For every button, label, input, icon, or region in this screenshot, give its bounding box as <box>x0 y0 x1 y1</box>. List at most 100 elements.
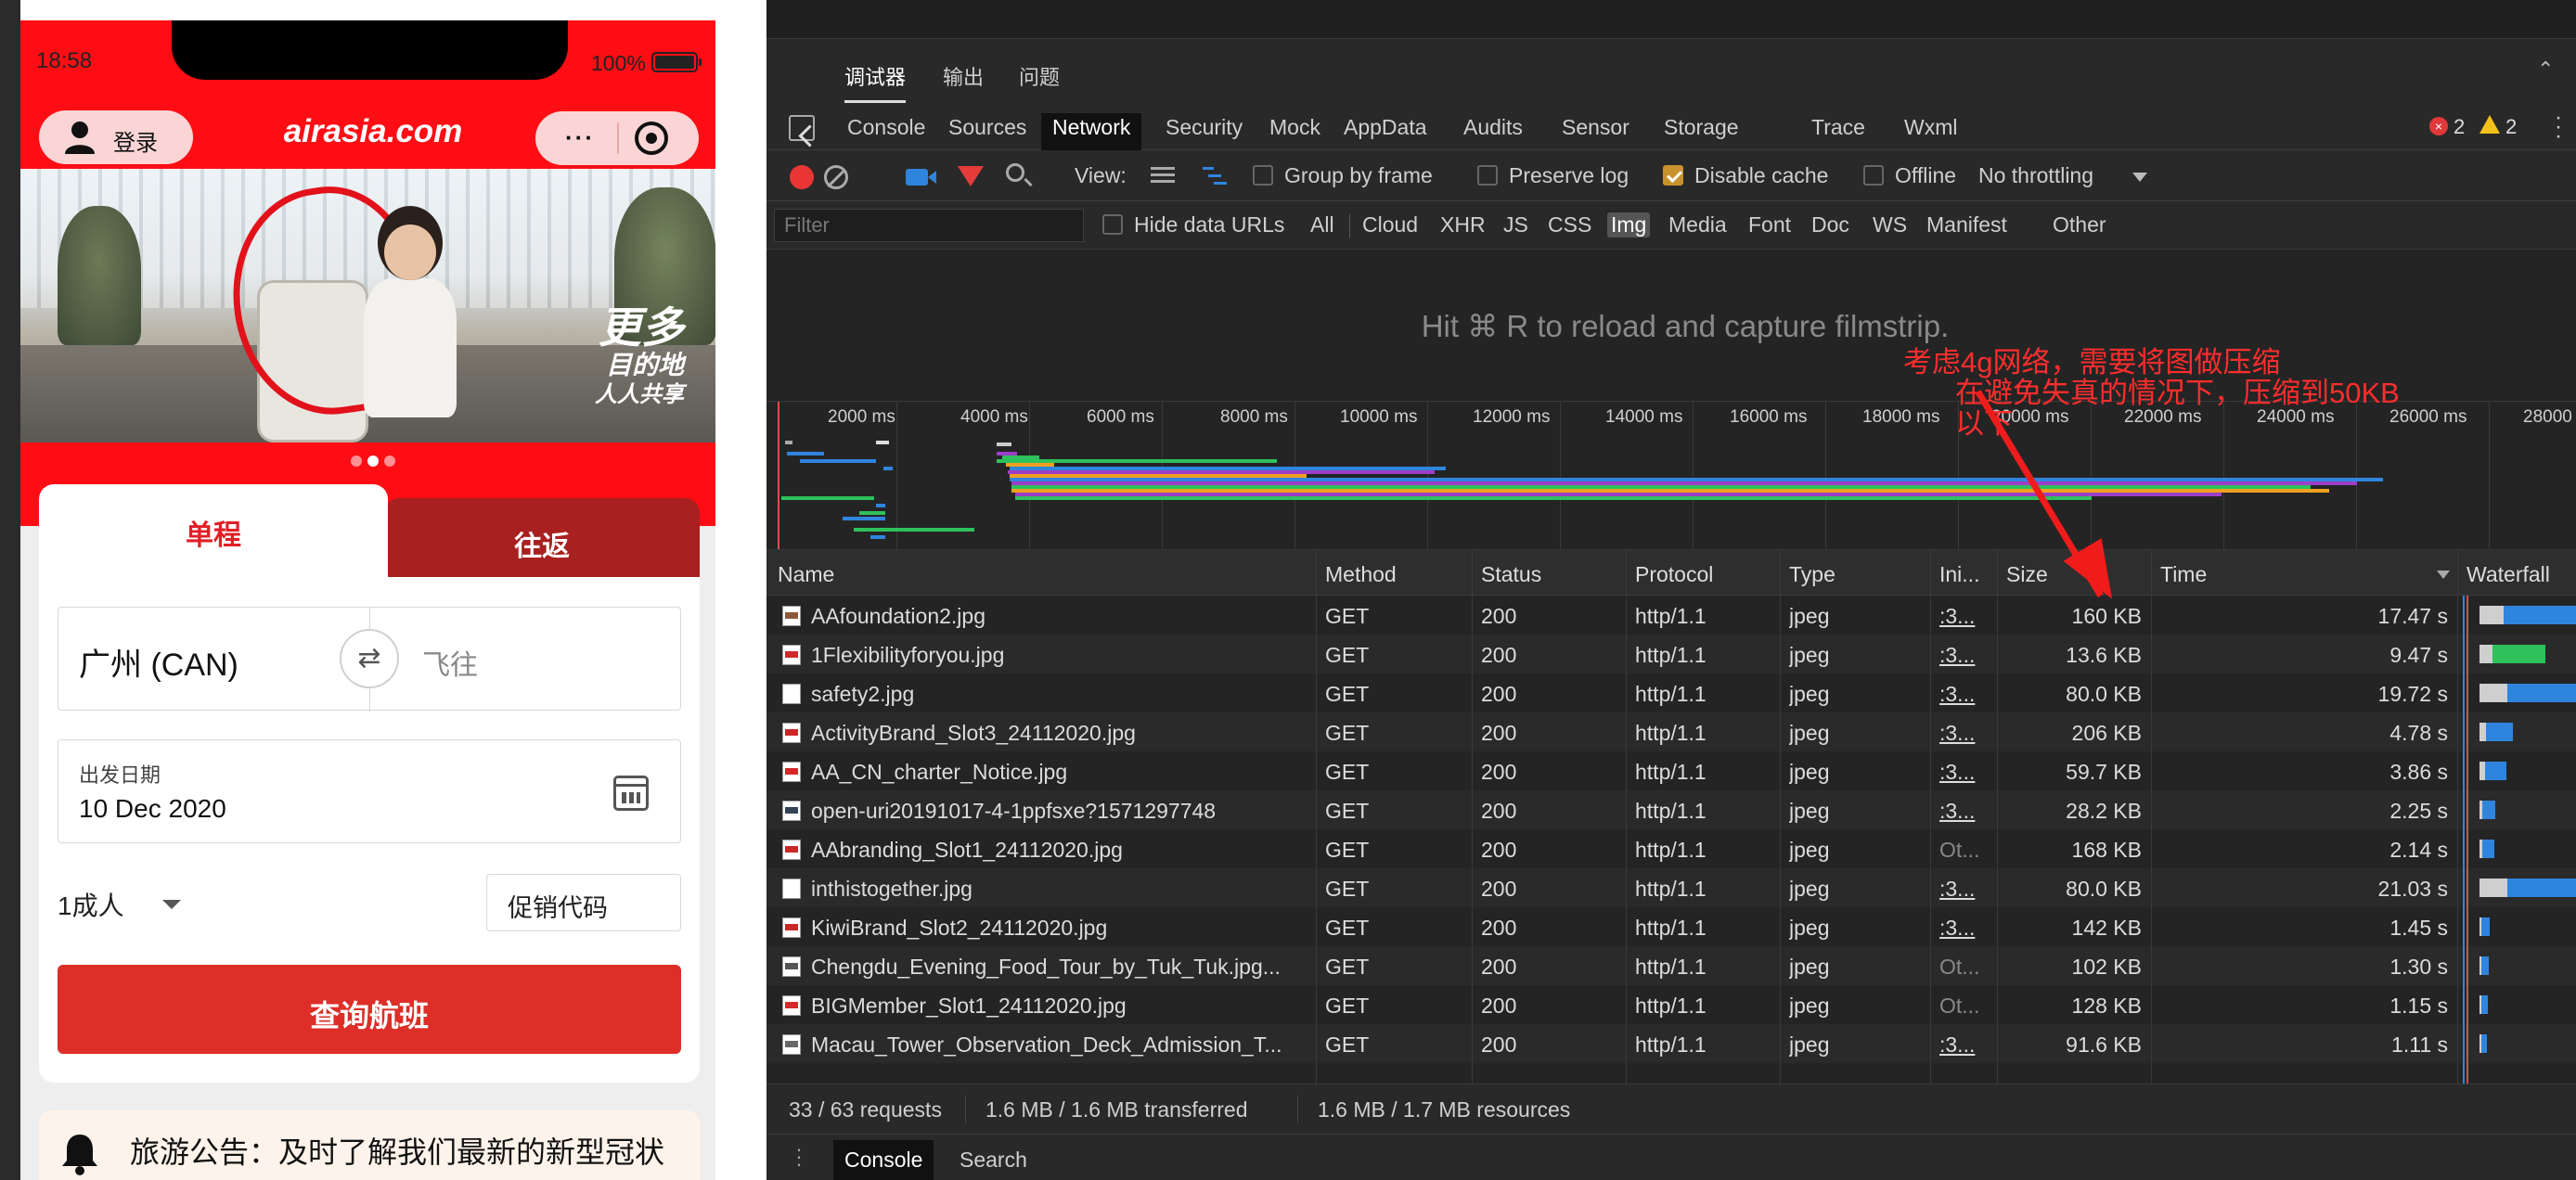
filter-cloud[interactable]: Cloud <box>1362 212 1418 237</box>
request-initiator[interactable]: :3... <box>1939 682 1993 707</box>
request-initiator[interactable]: :3... <box>1939 760 1993 785</box>
filter-xhr[interactable]: XHR <box>1440 212 1486 237</box>
request-initiator[interactable]: Ot... <box>1939 838 1993 863</box>
sort-descending-icon[interactable] <box>2437 571 2450 579</box>
request-initiator[interactable]: :3... <box>1939 1032 1993 1058</box>
error-icon[interactable]: × <box>2429 117 2448 135</box>
filter-other[interactable]: Other <box>2053 212 2106 237</box>
preserve-log-checkbox[interactable] <box>1477 165 1498 186</box>
request-initiator[interactable]: :3... <box>1939 916 1993 941</box>
panel-tab-network[interactable]: Network <box>1041 113 1142 150</box>
filter-font[interactable]: Font <box>1748 212 1791 237</box>
chevron-down-icon[interactable] <box>162 900 181 909</box>
login-button[interactable]: 登录 <box>39 110 193 164</box>
departure-date-field[interactable]: 出发日期 10 Dec 2020 <box>58 739 681 843</box>
filter-input[interactable] <box>774 209 1084 242</box>
table-row[interactable]: Macau_Tower_Observation_Deck_Admission_T… <box>766 1024 2576 1063</box>
error-count[interactable]: 2 <box>2454 115 2465 139</box>
column-initiator[interactable]: Ini... <box>1939 562 1979 587</box>
table-row[interactable]: AAbranding_Slot1_24112020.jpg GET 200 http/… <box>766 829 2576 868</box>
panel-tab-sensor[interactable]: Sensor <box>1551 113 1641 150</box>
clear-icon[interactable] <box>824 165 848 189</box>
column-type[interactable]: Type <box>1789 562 1835 587</box>
column-method[interactable]: Method <box>1325 562 1397 587</box>
tab-debugger[interactable]: 调试器 <box>844 61 907 103</box>
swap-route-button[interactable]: ⇄ <box>340 629 399 688</box>
panel-tab-console[interactable]: Console <box>836 113 936 150</box>
table-row[interactable]: ActivityBrand_Slot3_24112020.jpg GET 200 ht… <box>766 712 2576 751</box>
filter-doc[interactable]: Doc <box>1811 212 1849 237</box>
tab-issues[interactable]: 问题 <box>1019 61 1060 91</box>
close-miniprogram-icon[interactable] <box>635 122 668 155</box>
filter-img[interactable]: Img <box>1607 212 1651 237</box>
request-initiator[interactable]: :3... <box>1939 721 1993 746</box>
origin-field[interactable]: 广州 (CAN) <box>79 639 238 685</box>
travel-notice[interactable]: 旅游公告：及时了解我们最新的新型冠状病毒（COVID-19）指南 <box>39 1110 700 1180</box>
tab-output[interactable]: 输出 <box>943 61 984 91</box>
panel-tab-wxml[interactable]: Wxml <box>1893 113 1968 150</box>
request-initiator[interactable]: :3... <box>1939 643 1993 668</box>
table-row[interactable]: inthistogether.jpg GET 200 http/1.1 jpeg:3..… <box>766 868 2576 907</box>
collapse-icon[interactable]: ⌃ <box>2537 58 2554 82</box>
waterfall-view-icon[interactable] <box>1203 167 1229 186</box>
pager-dot[interactable] <box>351 455 362 467</box>
filter-ws[interactable]: WS <box>1873 212 1907 237</box>
column-protocol[interactable]: Protocol <box>1635 562 1713 587</box>
filter-all[interactable]: All <box>1310 212 1334 237</box>
pager-dot[interactable] <box>384 455 395 467</box>
request-initiator[interactable]: Ot... <box>1939 955 1993 980</box>
panel-tab-trace[interactable]: Trace <box>1800 113 1876 150</box>
column-waterfall[interactable]: Waterfall <box>2467 562 2550 587</box>
tab-oneway[interactable]: 单程 <box>39 484 388 586</box>
disable-cache-checkbox[interactable] <box>1663 165 1683 186</box>
panel-tab-appdata[interactable]: AppData <box>1333 113 1438 150</box>
drawer-menu-icon[interactable]: · · · <box>794 1139 804 1174</box>
table-row[interactable]: safety2.jpg GET 200 http/1.1 jpeg:3... 80.0 K… <box>766 673 2576 712</box>
drawer-tab-console[interactable]: Console <box>833 1140 934 1180</box>
column-name[interactable]: Name <box>778 562 834 587</box>
panel-tab-audits[interactable]: Audits <box>1452 113 1534 150</box>
passenger-select[interactable]: 1成人 <box>58 886 124 923</box>
table-row[interactable]: BIGMember_Slot1_24112020.jpg GET 200 http/1… <box>766 985 2576 1024</box>
drawer-tab-search[interactable]: Search <box>960 1148 1027 1173</box>
filter-css[interactable]: CSS <box>1548 212 1591 237</box>
inspect-element-icon[interactable] <box>789 115 815 141</box>
panel-tab-mock[interactable]: Mock <box>1258 113 1332 150</box>
panel-tab-security[interactable]: Security <box>1154 113 1254 150</box>
warning-icon[interactable] <box>2479 115 2500 134</box>
pager-dot-active[interactable] <box>367 455 379 467</box>
group-by-frame-checkbox[interactable] <box>1253 165 1273 186</box>
chevron-down-icon[interactable] <box>2132 173 2147 182</box>
capture-screenshots-icon[interactable] <box>906 169 928 186</box>
promo-code-field[interactable]: 促销代码 <box>486 874 681 931</box>
filter-media[interactable]: Media <box>1668 212 1727 237</box>
column-size[interactable]: Size <box>2006 562 2048 587</box>
hide-data-urls-checkbox[interactable] <box>1102 214 1123 235</box>
search-icon[interactable] <box>1006 163 1024 182</box>
panel-tab-storage[interactable]: Storage <box>1653 113 1750 150</box>
list-view-icon[interactable] <box>1151 167 1175 186</box>
panel-tab-sources[interactable]: Sources <box>937 113 1037 150</box>
filter-js[interactable]: JS <box>1503 212 1528 237</box>
request-initiator[interactable]: :3... <box>1939 877 1993 902</box>
table-row[interactable]: AAfoundation2.jpg GET 200 http/1.1 jpeg:3...… <box>766 596 2576 635</box>
request-initiator[interactable]: :3... <box>1939 604 1993 629</box>
record-icon[interactable] <box>790 165 814 189</box>
column-time[interactable]: Time <box>2160 562 2207 587</box>
promo-banner[interactable]: 更多 目的地 人人共享 <box>20 169 715 442</box>
table-row[interactable]: AA_CN_charter_Notice.jpg GET 200 http/1.1 jp… <box>766 751 2576 790</box>
request-initiator[interactable]: Ot... <box>1939 994 1993 1019</box>
request-initiator[interactable]: :3... <box>1939 799 1993 824</box>
filter-icon[interactable] <box>958 166 984 186</box>
menu-kebab-icon[interactable]: · · · <box>2554 107 2563 148</box>
filter-manifest[interactable]: Manifest <box>1926 212 2007 237</box>
tab-return[interactable]: 往返 <box>384 498 700 586</box>
warning-count[interactable]: 2 <box>2505 115 2517 139</box>
table-row[interactable]: open-uri20191017-4-1ppfsxe?1571297748 GET… <box>766 790 2576 829</box>
throttling-select[interactable]: No throttling <box>1978 163 2093 188</box>
table-row[interactable]: 1Flexibilityforyou.jpg GET 200 http/1.1 jpeg… <box>766 635 2576 673</box>
more-icon[interactable]: ··· <box>554 121 606 156</box>
destination-field[interactable]: 飞往 <box>422 642 478 683</box>
offline-checkbox[interactable] <box>1863 165 1884 186</box>
column-status[interactable]: Status <box>1481 562 1541 587</box>
